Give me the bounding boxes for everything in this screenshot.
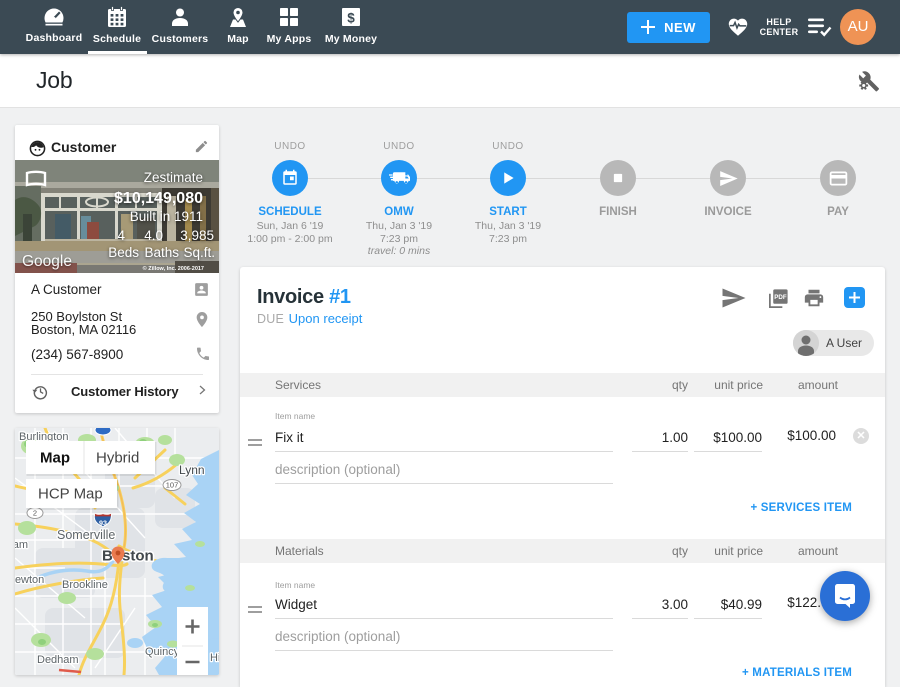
svg-text:Boston: Boston [102, 548, 154, 565]
svg-text:107: 107 [166, 481, 179, 490]
svg-text:Hybrid: Hybrid [96, 450, 139, 467]
svg-text:Dedham: Dedham [37, 654, 79, 666]
svg-text:Baths: Baths [144, 245, 179, 260]
svg-text:Hingham: Hingham [210, 652, 219, 664]
svg-text:4.0: 4.0 [144, 228, 163, 243]
svg-text:Lynn: Lynn [179, 463, 205, 477]
svg-text:Somerville: Somerville [57, 528, 115, 542]
svg-text:Waltham: Waltham [15, 539, 28, 551]
svg-text:Built in 1911: Built in 1911 [130, 209, 203, 224]
svg-text:$10,149,080: $10,149,080 [114, 190, 203, 207]
svg-text:Brookline: Brookline [62, 579, 108, 591]
svg-text:93: 93 [99, 518, 107, 527]
svg-text:Quincy: Quincy [145, 646, 180, 658]
svg-text:4: 4 [117, 228, 125, 243]
svg-text:3,985: 3,985 [180, 228, 214, 243]
svg-text:Beds: Beds [108, 245, 139, 260]
svg-text:Zestimate: Zestimate [144, 170, 203, 185]
svg-text:Sq.ft.: Sq.ft. [183, 245, 215, 260]
svg-text:HCP Map: HCP Map [38, 486, 103, 503]
svg-text:Map: Map [40, 450, 70, 467]
svg-text:$: $ [347, 11, 355, 26]
svg-text:© Zillow, Inc. 2006-2017: © Zillow, Inc. 2006-2017 [143, 265, 204, 272]
svg-text:PDF: PDF [774, 294, 787, 301]
svg-text:Newton: Newton [15, 574, 44, 586]
svg-text:Google: Google [22, 253, 72, 270]
